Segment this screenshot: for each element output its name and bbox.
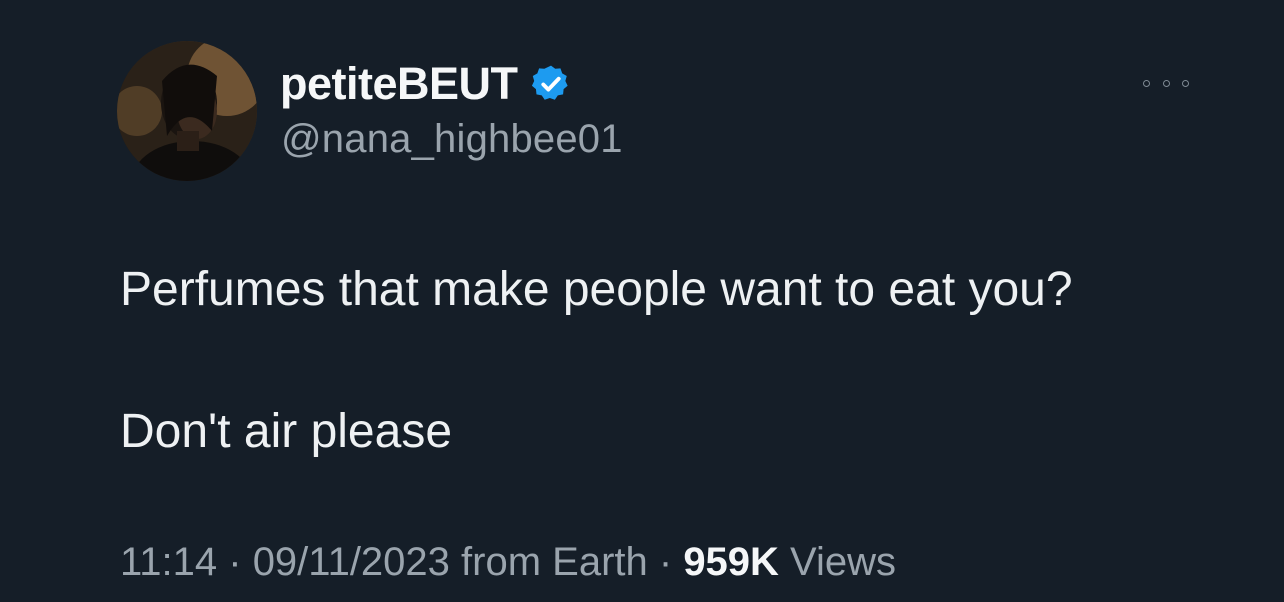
tweet-text-line-1: Perfumes that make people want to eat yo…	[120, 263, 1073, 316]
tweet-meta: 11:14 · 09/11/2023 from Earth · 959K Vie…	[120, 540, 896, 585]
more-options-icon[interactable]	[1143, 74, 1189, 92]
verified-badge-icon	[530, 63, 572, 105]
separator: ·	[647, 540, 684, 584]
avatar-photo-icon	[117, 41, 257, 181]
tweet-source: from Earth	[449, 540, 648, 584]
tweet-date[interactable]: 09/11/2023	[253, 540, 450, 584]
avatar[interactable]	[117, 41, 257, 181]
dot-icon	[1143, 79, 1150, 87]
tweet-card: petiteBEUT @nana_highbee01 Perfumes that…	[0, 0, 1284, 602]
tweet-text-line-2: Don't air please	[120, 405, 453, 458]
dot-icon	[1182, 79, 1189, 87]
display-name-row: petiteBEUT	[280, 58, 572, 110]
user-handle[interactable]: @nana_highbee01	[281, 117, 623, 162]
tweet-time[interactable]: 11:14	[120, 540, 217, 584]
views-count[interactable]: 959K	[683, 540, 779, 584]
display-name[interactable]: petiteBEUT	[280, 58, 518, 110]
dot-icon	[1162, 79, 1170, 87]
separator: ·	[217, 540, 253, 584]
views-label: Views	[778, 540, 897, 584]
